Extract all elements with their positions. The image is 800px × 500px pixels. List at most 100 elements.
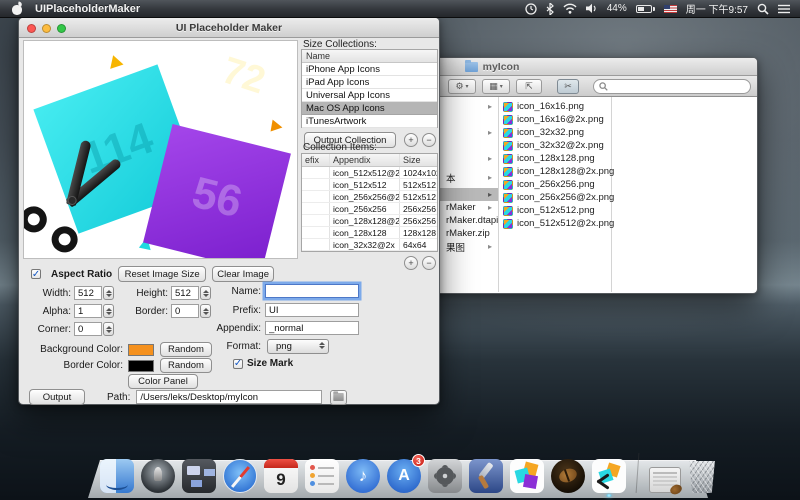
table-row[interactable]: icon_512x512512x512 (302, 179, 437, 191)
table-header[interactable]: efix Appendix Size (302, 154, 437, 167)
dock-icon-trash[interactable] (688, 461, 716, 493)
alpha-stepper[interactable] (103, 304, 114, 318)
background-random-button[interactable]: Random (160, 342, 212, 357)
dock-icon-itunes[interactable]: ♪ (346, 459, 380, 493)
width-field[interactable] (74, 286, 102, 300)
dock-icon-safari[interactable] (223, 459, 257, 493)
corner-field[interactable] (74, 322, 102, 336)
icon-preview-canvas[interactable]: 72 114 56 (23, 40, 298, 259)
clock-icon[interactable] (525, 3, 537, 15)
appendix-field[interactable] (265, 321, 359, 335)
collection-item-selected[interactable]: Mac OS App Icons (302, 102, 437, 115)
output-button[interactable]: Output (29, 389, 85, 405)
spotlight-icon[interactable] (757, 3, 769, 15)
height-field[interactable] (171, 286, 199, 300)
file-row[interactable]: icon_512x512.png (503, 204, 609, 217)
menu-clock[interactable]: 周一 下午9:57 (686, 1, 748, 16)
border-random-button[interactable]: Random (160, 358, 212, 373)
png-file-icon (503, 141, 513, 151)
app-window[interactable]: UI Placeholder Maker 72 114 56 Size Coll… (18, 17, 440, 405)
dock-icon-color-squares-app[interactable] (510, 459, 544, 493)
path-field[interactable] (136, 390, 322, 404)
close-icon[interactable] (27, 24, 36, 33)
dock-icon-calendar[interactable]: 9 (264, 459, 298, 493)
table-row[interactable]: icon_128x128@2x256x256 (302, 215, 437, 227)
dock-minimized-window[interactable] (649, 467, 681, 493)
wifi-icon[interactable] (563, 3, 577, 14)
add-item-button[interactable]: + (404, 256, 418, 270)
battery-percentage[interactable]: 44% (607, 3, 627, 14)
size-mark-checkbox[interactable]: ✓ (233, 359, 243, 369)
minimize-icon[interactable] (42, 24, 51, 33)
collections-name-header[interactable]: Name (302, 50, 437, 63)
prefix-field[interactable] (265, 303, 359, 317)
file-row[interactable]: icon_16x16.png (503, 100, 609, 113)
table-row[interactable]: icon_256x256@2x512x512 (302, 191, 437, 203)
table-row[interactable]: icon_512x512@2x1024x1024 (302, 167, 437, 179)
table-row[interactable]: icon_128x128128x128 (302, 227, 437, 239)
border-field[interactable] (171, 304, 199, 318)
zoom-icon[interactable] (57, 24, 66, 33)
path-label: Path: (107, 392, 130, 403)
collection-items-table[interactable]: efix Appendix Size icon_512x512@2x1024x1… (301, 153, 438, 252)
file-row[interactable]: icon_128x128@2x.png (503, 165, 609, 178)
dock-icon-mission-control[interactable] (182, 459, 216, 493)
file-row[interactable]: icon_128x128.png (503, 152, 609, 165)
name-field[interactable] (265, 284, 359, 298)
file-row[interactable]: icon_512x512@2x.png (503, 217, 609, 230)
battery-icon[interactable] (636, 5, 655, 13)
us-flag-input-source[interactable] (664, 5, 677, 13)
notification-center-icon[interactable] (778, 4, 790, 14)
background-color-swatch[interactable] (128, 344, 154, 356)
choose-folder-button[interactable] (330, 390, 347, 405)
file-row[interactable]: icon_32x32@2x.png (503, 139, 609, 152)
bluetooth-icon[interactable] (546, 3, 554, 15)
volume-icon[interactable] (586, 3, 598, 14)
collection-item[interactable]: iTunesArtwork (302, 115, 437, 128)
aspect-ratio-checkbox[interactable]: ✓ (31, 269, 41, 279)
remove-collection-button[interactable]: − (422, 133, 436, 147)
collection-item[interactable]: Universal App Icons (302, 89, 437, 102)
reset-image-size-button[interactable]: Reset Image Size (118, 266, 206, 282)
collection-item[interactable]: iPad App Icons (302, 76, 437, 89)
app-traffic-lights[interactable] (19, 24, 66, 33)
file-row[interactable]: icon_256x256.png (503, 178, 609, 191)
arrange-view-button[interactable]: ▦▾ (482, 79, 510, 94)
clear-image-button[interactable]: Clear Image (212, 266, 274, 282)
border-stepper[interactable] (200, 304, 211, 318)
dock-icon-app-store[interactable]: A3 (387, 459, 421, 493)
gear-action-button[interactable]: ⚙▾ (448, 79, 476, 94)
height-stepper[interactable] (200, 286, 211, 300)
app-titlebar[interactable]: UI Placeholder Maker (19, 18, 439, 38)
file-row[interactable]: icon_32x32.png (503, 126, 609, 139)
dock-icon-xcode[interactable] (469, 459, 503, 493)
dock-icon-ui-placeholder-maker[interactable] (592, 459, 626, 493)
collection-item[interactable]: iPhone App Icons (302, 63, 437, 76)
add-collection-button[interactable]: + (404, 133, 418, 147)
dock-icon-reminders[interactable] (305, 459, 339, 493)
remove-item-button[interactable]: − (422, 256, 436, 270)
dock-icon-system-preferences[interactable] (428, 459, 462, 493)
dock-icon-finder[interactable] (100, 459, 134, 493)
width-label: Width: (29, 288, 71, 299)
corner-stepper[interactable] (103, 322, 114, 336)
border-color-swatch[interactable] (128, 360, 154, 372)
dock-icon-launchpad[interactable] (141, 459, 175, 493)
color-panel-button[interactable]: Color Panel (128, 374, 198, 389)
scissors-app-toolbar-icon[interactable]: ✂ (557, 79, 579, 94)
table-row[interactable]: icon_256x256256x256 (302, 203, 437, 215)
search-field[interactable] (593, 79, 751, 94)
width-stepper[interactable] (103, 286, 114, 300)
dock-icon-coffee-app[interactable] (551, 459, 585, 493)
alpha-field[interactable] (74, 304, 102, 318)
file-row[interactable]: icon_16x16@2x.png (503, 113, 609, 126)
file-row[interactable]: icon_256x256@2x.png (503, 191, 609, 204)
size-collections-list[interactable]: Name iPhone App Icons iPad App Icons Uni… (301, 49, 438, 128)
format-dropdown[interactable]: png (267, 339, 329, 354)
png-file-icon (503, 102, 513, 112)
column-divider (498, 97, 499, 292)
apple-menu-icon[interactable] (12, 3, 23, 15)
active-app-menu[interactable]: UIPlaceholderMaker (35, 3, 140, 15)
share-button[interactable]: ⇱ (516, 79, 542, 94)
table-row[interactable]: icon_32x32@2x64x64 (302, 239, 437, 251)
